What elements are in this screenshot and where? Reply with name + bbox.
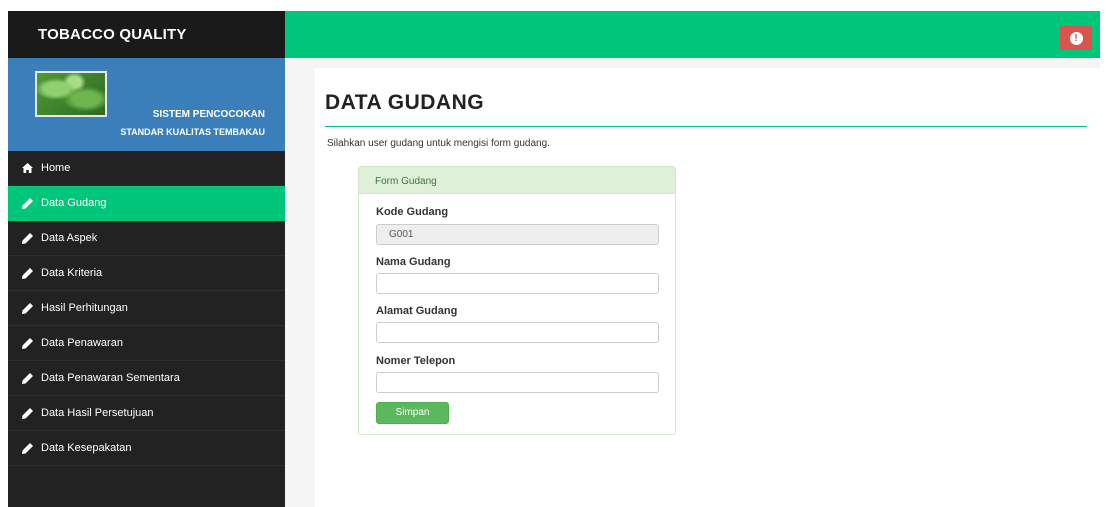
form-gudang-panel: Form Gudang Kode Gudang Nama Gudang Alam…: [358, 166, 676, 435]
page-description: Silahkan user gudang untuk mengisi form …: [327, 138, 550, 149]
alamat-gudang-label: Alamat Gudang: [376, 305, 458, 317]
pencil-icon: [21, 407, 33, 419]
sidebar-item-data-hasil-persetujuan[interactable]: Data Hasil Persetujuan: [8, 396, 285, 431]
title-divider: [325, 126, 1087, 127]
simpan-button[interactable]: Simpan: [376, 402, 449, 424]
sidebar-item-data-penawaran-sementara[interactable]: Data Penawaran Sementara: [8, 361, 285, 396]
top-navbar: !: [285, 11, 1100, 58]
sidebar-item-label: Data Kriteria: [41, 267, 103, 279]
sidebar-item-label: Home: [41, 162, 71, 174]
sidebar-item-home[interactable]: Home: [8, 151, 285, 186]
page-title: DATA GUDANG: [325, 91, 485, 114]
profile-line-1: SISTEM PENCOCOKAN: [152, 109, 265, 120]
nomer-telepon-label: Nomer Telepon: [376, 355, 456, 367]
pencil-icon: [21, 232, 33, 244]
home-icon: [21, 162, 33, 174]
sidebar-menu: Home Data Gudang Data Aspek Data Kriteri…: [8, 151, 285, 466]
sidebar-item-data-kriteria[interactable]: Data Kriteria: [8, 256, 285, 291]
brand-title[interactable]: TOBACCO QUALITY: [8, 11, 285, 58]
alamat-gudang-field[interactable]: [376, 322, 659, 343]
sidebar-item-data-aspek[interactable]: Data Aspek: [8, 221, 285, 256]
sidebar-item-data-penawaran[interactable]: Data Penawaran: [8, 326, 285, 361]
profile-panel: SISTEM PENCOCOKAN STANDAR KUALITAS TEMBA…: [8, 58, 285, 151]
pencil-icon: [21, 197, 33, 209]
nama-gudang-label: Nama Gudang: [376, 256, 451, 268]
sidebar-item-label: Data Hasil Persetujuan: [41, 407, 154, 419]
pencil-icon: [21, 302, 33, 314]
profile-line-2: STANDAR KUALITAS TEMBAKAU: [120, 127, 265, 137]
sidebar-item-label: Data Aspek: [41, 232, 98, 244]
sidebar-item-label: Data Penawaran: [41, 337, 123, 349]
sidebar-item-data-kesepakatan[interactable]: Data Kesepakatan: [8, 431, 285, 466]
sidebar-item-label: Data Penawaran Sementara: [41, 372, 180, 384]
sidebar-item-label: Hasil Perhitungan: [41, 302, 128, 314]
sidebar-item-data-gudang[interactable]: Data Gudang: [8, 186, 285, 221]
kode-gudang-label: Kode Gudang: [376, 206, 449, 218]
pencil-icon: [21, 442, 33, 454]
pencil-icon: [21, 337, 33, 349]
exclamation-icon: !: [1069, 31, 1083, 45]
kode-gudang-field: [376, 224, 659, 245]
pencil-icon: [21, 372, 33, 384]
form-heading: Form Gudang: [359, 167, 675, 194]
nama-gudang-field[interactable]: [376, 273, 659, 294]
alert-button[interactable]: !: [1060, 26, 1092, 50]
sidebar: TOBACCO QUALITY SISTEM PENCOCOKAN STANDA…: [8, 11, 285, 507]
sidebar-item-label: Data Kesepakatan: [41, 442, 132, 454]
sidebar-item-label: Data Gudang: [41, 197, 107, 209]
nomer-telepon-field[interactable]: [376, 372, 659, 393]
tobacco-leaf-image: [35, 71, 107, 117]
sidebar-item-hasil-perhitungan[interactable]: Hasil Perhitungan: [8, 291, 285, 326]
pencil-icon: [21, 267, 33, 279]
